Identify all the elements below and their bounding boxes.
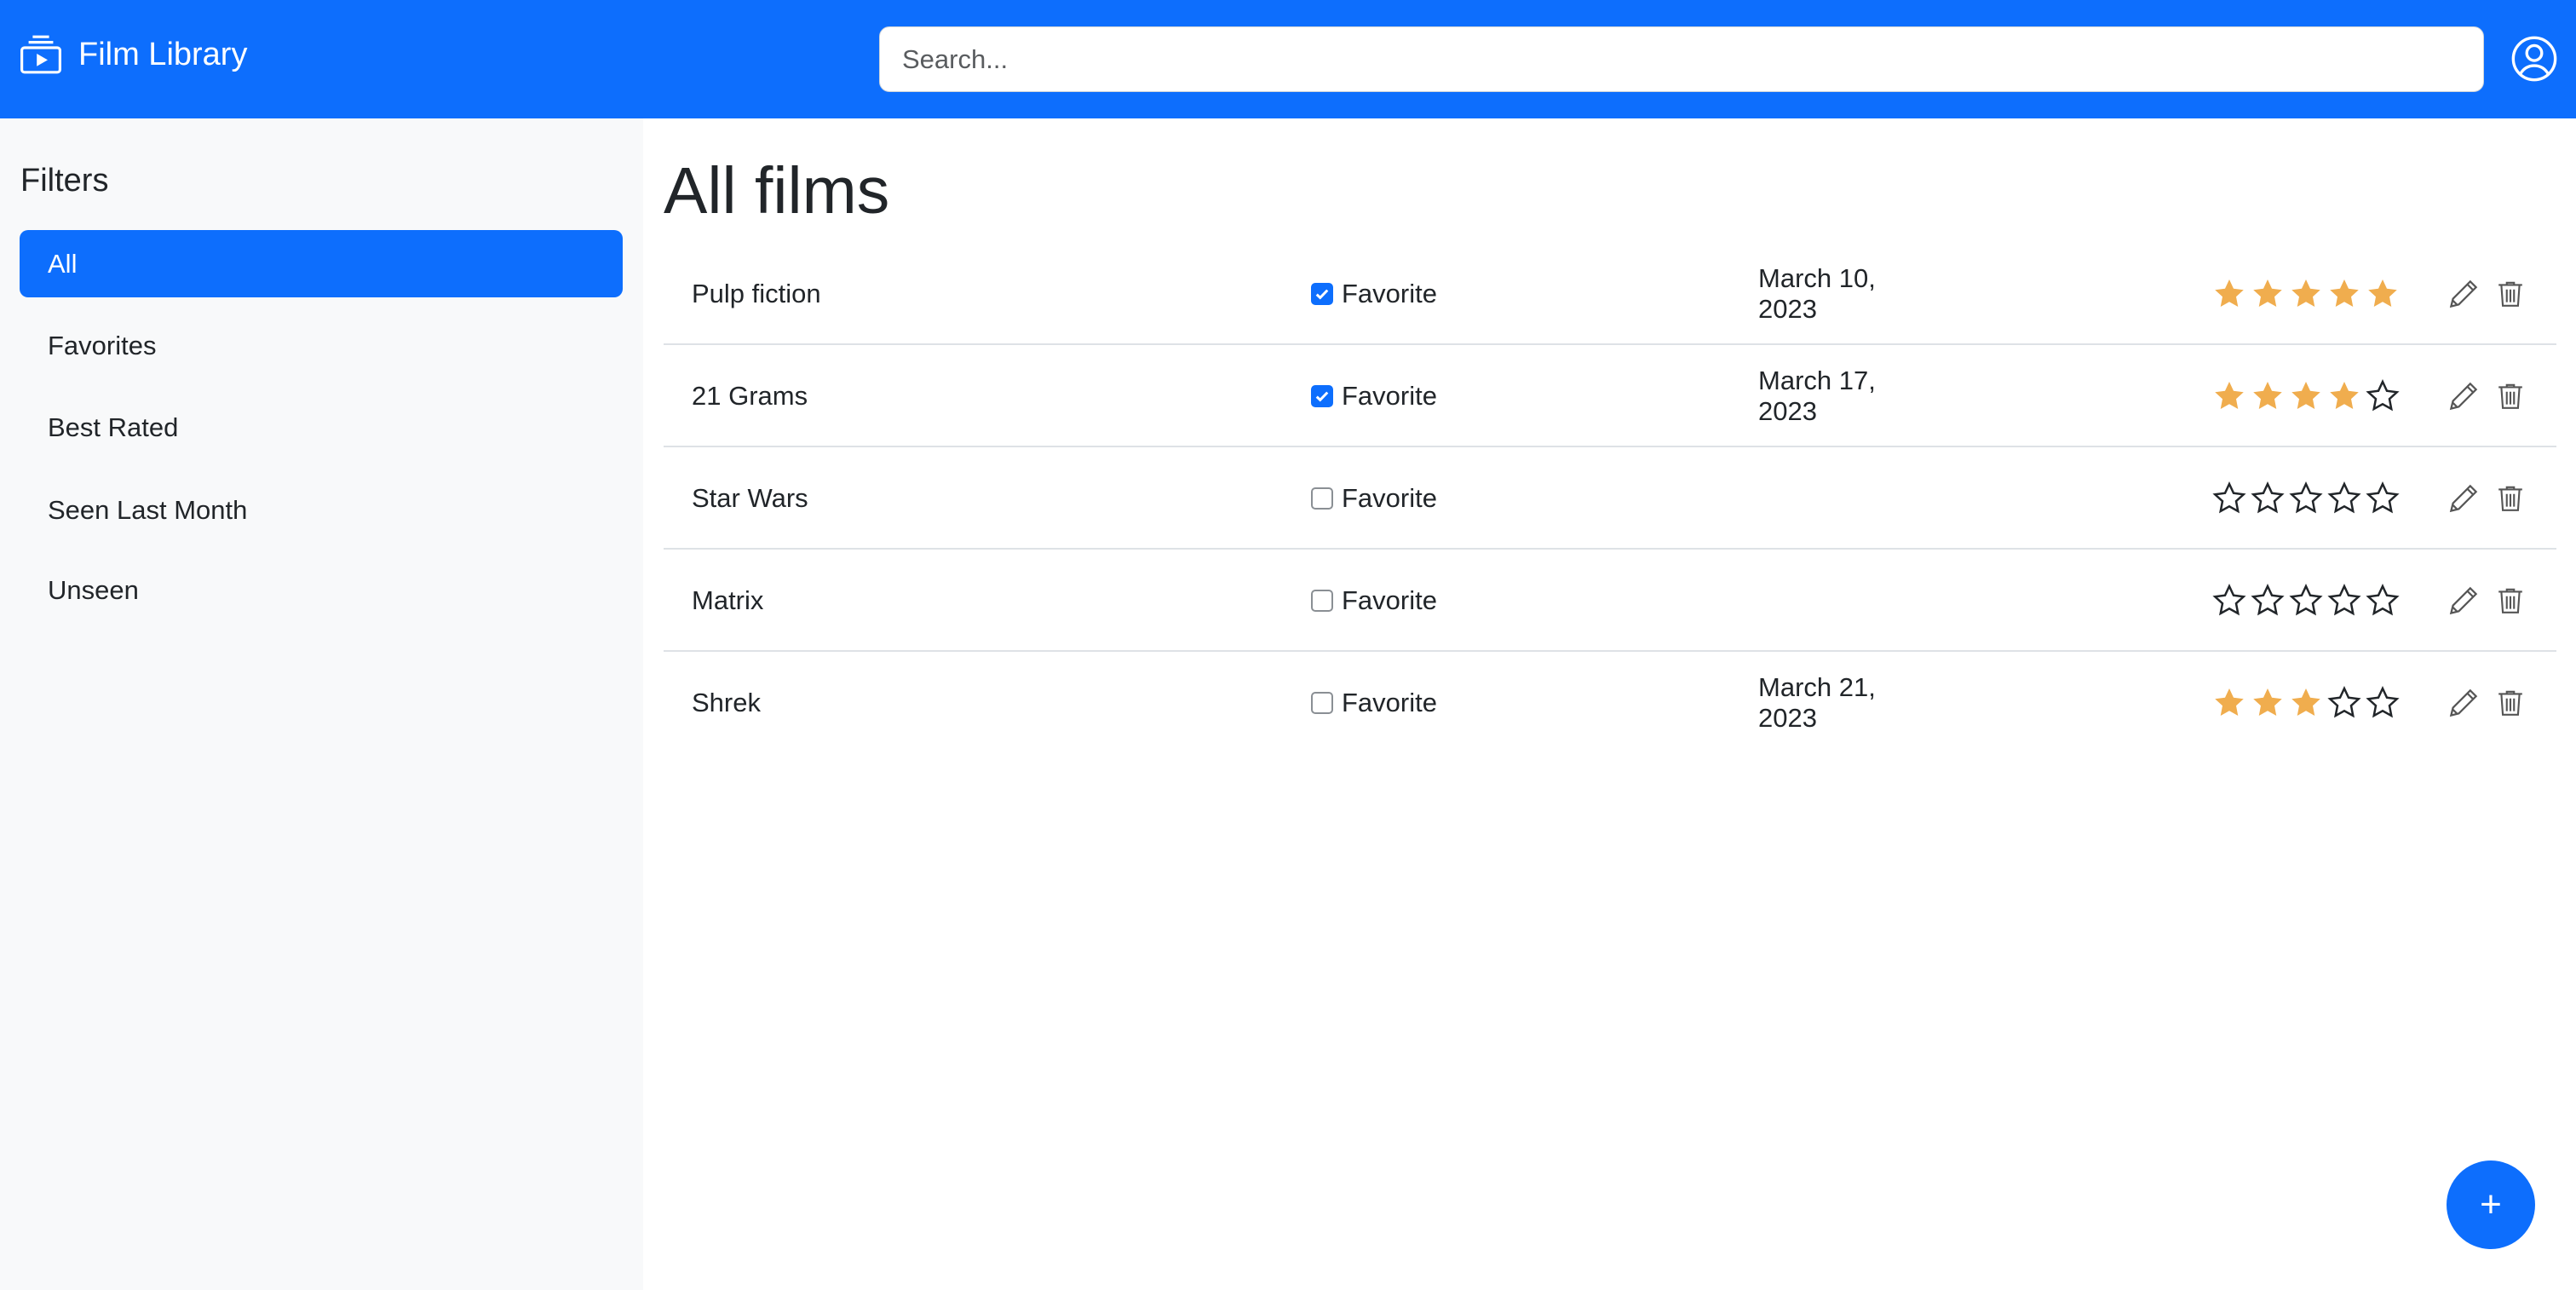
pencil-icon[interactable] <box>2448 585 2479 616</box>
film-title: Pulp fiction <box>692 279 821 308</box>
page-title: All films <box>664 154 890 227</box>
checkbox[interactable] <box>1311 283 1333 305</box>
film-title: 21 Grams <box>692 381 808 411</box>
film-title: Star Wars <box>692 483 808 513</box>
rating-stars[interactable] <box>2212 243 2400 345</box>
watch-date <box>1758 550 1929 652</box>
star-empty-icon[interactable] <box>2327 481 2361 515</box>
film-row: Shrek Favorite March 21, 2023 <box>664 652 2556 754</box>
star-filled-icon[interactable] <box>2327 277 2361 311</box>
rating-stars[interactable] <box>2212 652 2400 754</box>
trash-icon[interactable] <box>2496 585 2525 616</box>
star-filled-icon[interactable] <box>2289 277 2323 311</box>
star-filled-icon[interactable] <box>2289 379 2323 413</box>
film-row: Matrix Favorite <box>664 550 2556 652</box>
favorite-checkbox[interactable]: Favorite <box>1311 652 1437 754</box>
star-empty-icon[interactable] <box>2212 481 2246 515</box>
row-actions <box>2448 652 2525 754</box>
favorite-label: Favorite <box>1342 585 1437 615</box>
trash-icon[interactable] <box>2496 483 2525 514</box>
check-icon <box>1315 289 1329 300</box>
film-title: Matrix <box>692 585 764 615</box>
filter-seen-last-month[interactable]: Seen Last Month <box>20 476 623 544</box>
favorite-label: Favorite <box>1342 279 1437 308</box>
person-circle-icon[interactable] <box>2511 36 2557 82</box>
star-empty-icon[interactable] <box>2251 481 2285 515</box>
star-filled-icon[interactable] <box>2289 686 2323 720</box>
filter-best-rated[interactable]: Best Rated <box>20 394 623 461</box>
checkbox[interactable] <box>1311 487 1333 510</box>
star-empty-icon[interactable] <box>2366 481 2400 515</box>
trash-icon[interactable] <box>2496 381 2525 412</box>
pencil-icon[interactable] <box>2448 381 2479 412</box>
sidebar: Filters All Favorites Best Rated Seen La… <box>0 118 643 1290</box>
rating-stars[interactable] <box>2212 345 2400 447</box>
trash-icon[interactable] <box>2496 279 2525 309</box>
favorite-checkbox[interactable]: Favorite <box>1311 243 1437 345</box>
check-icon <box>1315 391 1329 402</box>
filter-favorites[interactable]: Favorites <box>20 312 623 379</box>
row-actions <box>2448 243 2525 345</box>
star-filled-icon[interactable] <box>2327 379 2361 413</box>
star-filled-icon[interactable] <box>2212 686 2246 720</box>
star-filled-icon[interactable] <box>2251 686 2285 720</box>
brand[interactable]: Film Library <box>19 34 247 75</box>
star-empty-icon[interactable] <box>2212 584 2246 618</box>
favorite-checkbox[interactable]: Favorite <box>1311 550 1437 652</box>
star-filled-icon[interactable] <box>2212 277 2246 311</box>
trash-icon[interactable] <box>2496 688 2525 718</box>
star-empty-icon[interactable] <box>2327 584 2361 618</box>
rating-stars[interactable] <box>2212 447 2400 550</box>
filter-all[interactable]: All <box>20 230 623 297</box>
star-empty-icon[interactable] <box>2289 481 2323 515</box>
row-actions <box>2448 550 2525 652</box>
star-empty-icon[interactable] <box>2366 584 2400 618</box>
star-empty-icon[interactable] <box>2289 584 2323 618</box>
rating-stars[interactable] <box>2212 550 2400 652</box>
film-row: Star Wars Favorite <box>664 447 2556 550</box>
star-empty-icon[interactable] <box>2251 584 2285 618</box>
star-filled-icon[interactable] <box>2366 277 2400 311</box>
star-filled-icon[interactable] <box>2251 379 2285 413</box>
collection-play-icon <box>20 35 61 74</box>
checkbox[interactable] <box>1311 590 1333 612</box>
watch-date: March 21, 2023 <box>1758 672 1876 733</box>
favorite-checkbox[interactable]: Favorite <box>1311 447 1437 550</box>
watch-date: March 17, 2023 <box>1758 366 1876 426</box>
pencil-icon[interactable] <box>2448 483 2479 514</box>
film-row: Pulp fiction Favorite March 10, 2023 <box>664 243 2556 345</box>
app-title: Film Library <box>78 36 248 72</box>
pencil-icon[interactable] <box>2448 279 2479 309</box>
watch-date: March 10, 2023 <box>1758 263 1876 324</box>
star-filled-icon[interactable] <box>2251 277 2285 311</box>
add-film-button[interactable]: + <box>2447 1160 2535 1249</box>
pencil-icon[interactable] <box>2448 688 2479 718</box>
star-filled-icon[interactable] <box>2212 379 2246 413</box>
film-title: Shrek <box>692 688 761 717</box>
row-actions <box>2448 345 2525 447</box>
checkbox[interactable] <box>1311 385 1333 407</box>
row-actions <box>2448 447 2525 550</box>
star-empty-icon[interactable] <box>2366 686 2400 720</box>
star-empty-icon[interactable] <box>2366 379 2400 413</box>
film-row: 21 Grams Favorite March 17, 2023 <box>664 345 2556 447</box>
checkbox[interactable] <box>1311 692 1333 714</box>
favorite-label: Favorite <box>1342 688 1437 717</box>
search-input[interactable] <box>879 26 2484 92</box>
filters-title: Filters <box>20 163 109 199</box>
favorite-label: Favorite <box>1342 483 1437 513</box>
star-empty-icon[interactable] <box>2327 686 2361 720</box>
navbar: Film Library <box>0 0 2576 118</box>
filter-unseen[interactable]: Unseen <box>20 556 623 624</box>
favorite-checkbox[interactable]: Favorite <box>1311 345 1437 447</box>
watch-date <box>1758 447 1929 550</box>
favorite-label: Favorite <box>1342 381 1437 411</box>
